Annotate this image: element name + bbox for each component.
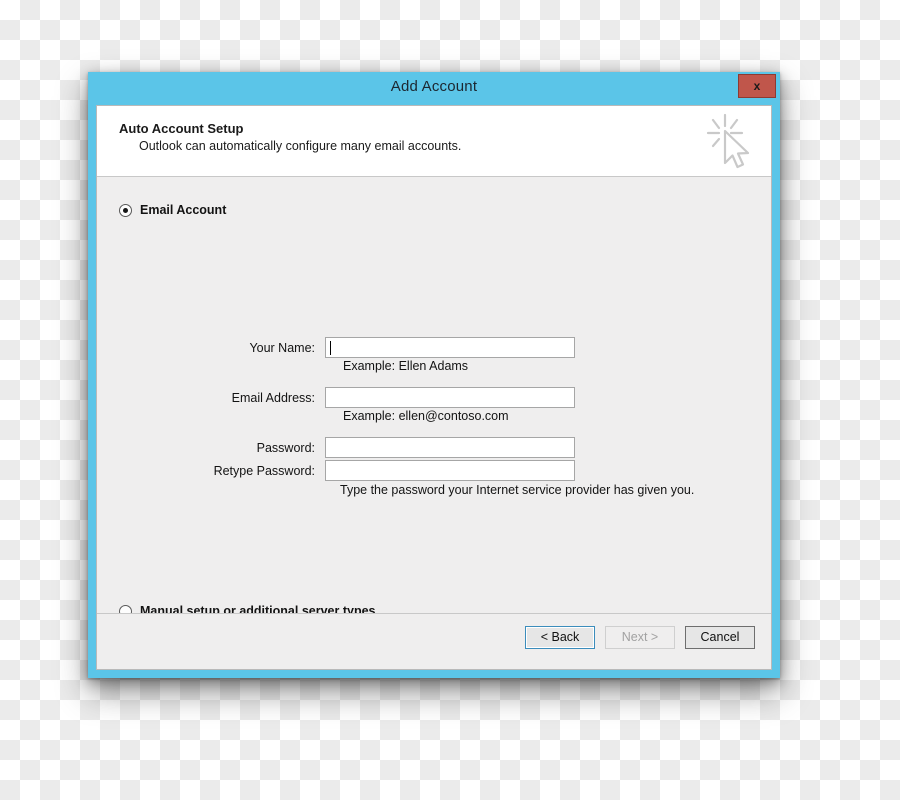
password-input[interactable] (325, 437, 575, 458)
radio-option-email-account[interactable]: Email Account (119, 203, 226, 217)
dialog-body: Auto Account Setup Outlook can automatic… (96, 105, 772, 670)
header-subtitle: Outlook can automatically configure many… (139, 139, 462, 153)
cancel-button[interactable]: Cancel (685, 626, 755, 649)
label-retype-password: Retype Password: (213, 463, 315, 478)
click-cursor-icon (703, 111, 759, 171)
hint-your-name: Example: Ellen Adams (343, 359, 469, 373)
window-title: Add Account (390, 78, 478, 95)
field-row-your-name: Your Name: (249, 337, 575, 358)
label-your-name: Your Name: (249, 340, 315, 355)
label-password: Password: (256, 440, 315, 455)
title-bar: Add Account x (88, 72, 780, 105)
field-row-retype-password: Retype Password: (214, 460, 575, 481)
retype-password-input[interactable] (325, 460, 575, 481)
dialog-footer: < Back Next > Cancel (97, 613, 771, 669)
your-name-input[interactable] (325, 337, 575, 358)
hint-password: Type the password your Internet service … (340, 483, 695, 497)
button-bar: < Back Next > Cancel (525, 626, 755, 649)
dialog-header: Auto Account Setup Outlook can automatic… (97, 106, 771, 177)
screenshot-canvas: Add Account x Auto Account Setup Outlook… (0, 0, 900, 800)
next-button: Next > (605, 626, 675, 649)
dialog-content: Email Account Your Name: Example: Ellen … (97, 177, 771, 618)
field-row-password: Password: (257, 437, 575, 458)
radio-email-account-mark[interactable] (119, 203, 132, 217)
hint-email-address: Example: ellen@contoso.com (343, 409, 509, 423)
text-caret (330, 341, 331, 355)
email-address-input[interactable] (325, 387, 575, 408)
close-button[interactable]: x (738, 74, 776, 98)
label-email-address: Email Address: (231, 390, 315, 405)
header-title: Auto Account Setup (119, 121, 244, 136)
add-account-dialog-window: Add Account x Auto Account Setup Outlook… (88, 72, 780, 678)
radio-email-account-label: Email Account (140, 203, 227, 217)
back-button[interactable]: < Back (525, 626, 595, 649)
field-row-email-address: Email Address: (232, 387, 575, 408)
